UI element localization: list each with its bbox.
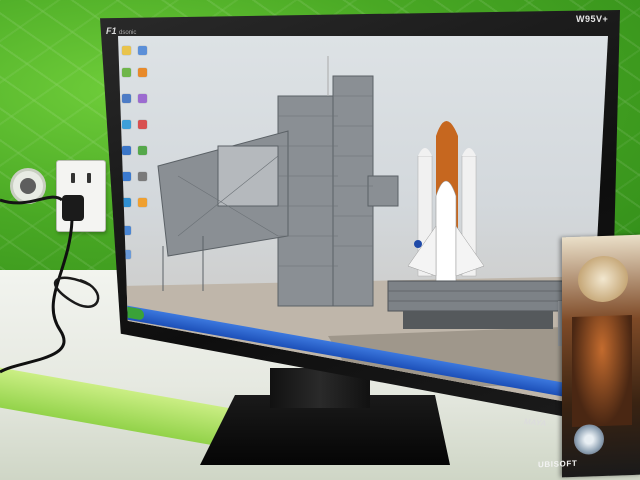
desktop-icon[interactable]	[138, 94, 147, 103]
game-disc	[574, 423, 604, 455]
desktop-icon[interactable]	[122, 68, 131, 77]
desktop-icon[interactable]	[138, 46, 147, 55]
game-publisher-label: UBISOFT	[538, 458, 578, 470]
monitor-brand-main: F1	[106, 26, 117, 36]
monitor-brand-sub: dsonic	[119, 30, 137, 36]
monitor-brand-top: F1 dsonic	[106, 26, 136, 36]
desktop-icon[interactable]	[122, 94, 131, 103]
desktop-icon[interactable]	[138, 68, 147, 77]
desktop-icon[interactable]	[122, 172, 131, 181]
desktop-icon[interactable]	[138, 172, 147, 181]
game-box-artwork	[572, 314, 632, 428]
desktop-icon[interactable]	[122, 120, 131, 129]
power-cable	[0, 219, 74, 374]
orbiter	[435, 180, 457, 287]
space-shuttle	[407, 121, 485, 287]
desktop-icon[interactable]	[138, 198, 147, 207]
nasa-logo	[414, 240, 422, 248]
desktop-icon[interactable]	[122, 46, 131, 55]
monitor-model-label: W95V+	[576, 14, 609, 24]
desktop-icon[interactable]	[138, 120, 147, 129]
desktop-icon[interactable]	[122, 146, 131, 155]
desktop-icon[interactable]	[138, 146, 147, 155]
service-tower	[157, 56, 399, 307]
loose-cable	[54, 276, 100, 308]
photo-scene: F1 dsonic W95V+ MAYA UBISOFT	[0, 0, 640, 480]
game-box-emblem	[578, 255, 628, 303]
signal-cable	[0, 195, 63, 205]
game-box: UBISOFT	[538, 234, 640, 478]
